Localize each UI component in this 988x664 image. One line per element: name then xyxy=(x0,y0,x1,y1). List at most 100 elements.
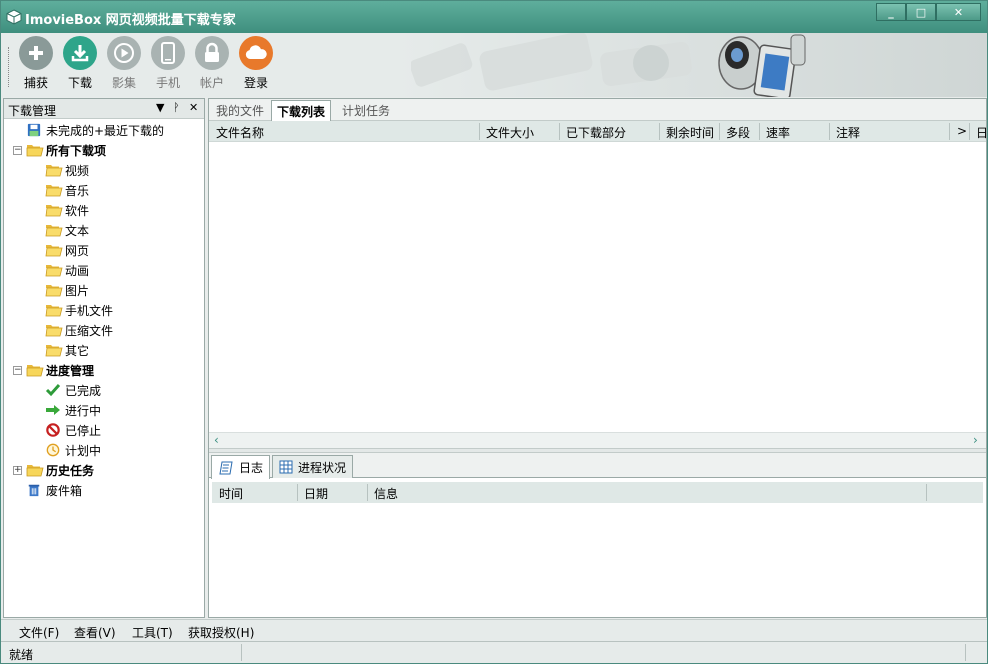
column-speed[interactable]: 速率 xyxy=(766,124,790,141)
column-more[interactable]: > xyxy=(957,124,967,138)
tree-item[interactable]: 软件 xyxy=(45,200,89,220)
tree-item[interactable]: 图片 xyxy=(45,280,89,300)
column-downloaded[interactable]: 已下载部分 xyxy=(566,124,626,141)
tab-download-list[interactable]: 下载列表 xyxy=(271,100,332,121)
tree-item[interactable]: 手机文件 xyxy=(45,300,113,320)
column-date[interactable]: 日 xyxy=(976,124,988,141)
tree-item-label: 视频 xyxy=(65,163,90,178)
panel-dropdown-button[interactable]: ▼ xyxy=(156,101,164,114)
tree-item[interactable]: 音乐 xyxy=(45,180,89,200)
window-title: ImovieBox 网页视频批量下载专家 xyxy=(25,13,236,28)
album-button[interactable]: 影集 xyxy=(104,36,144,96)
capture-button[interactable]: 捕获 xyxy=(16,36,56,96)
toolbar-grip[interactable] xyxy=(8,47,11,87)
menu-view[interactable]: 查看(V) xyxy=(74,624,116,641)
panel-header: 下载管理 ▼ ᚹ ✕ xyxy=(4,99,204,119)
tree-expander[interactable]: + xyxy=(13,466,22,475)
tab-process-status-label: 进程状况 xyxy=(298,460,347,475)
tab-my-files[interactable]: 我的文件 xyxy=(216,102,264,119)
tree-item-label: 计划中 xyxy=(65,443,102,458)
login-button[interactable]: 登录 xyxy=(236,36,276,96)
cloud-icon xyxy=(239,36,273,70)
folder-icon xyxy=(45,283,63,297)
tree-item-label: 已完成 xyxy=(65,383,102,398)
column-file-size[interactable]: 文件大小 xyxy=(486,124,534,141)
close-window-button[interactable]: ✕ xyxy=(936,3,981,21)
tree-item[interactable]: 视频 xyxy=(45,160,89,180)
tree-item-label: 软件 xyxy=(65,203,90,218)
tab-log[interactable]: 日志 xyxy=(211,455,271,479)
tree-item[interactable]: 动画 xyxy=(45,260,89,280)
column-time[interactable]: 时间 xyxy=(219,485,243,502)
tree-item[interactable]: 进度管理 xyxy=(26,360,94,380)
tree-item-label: 文本 xyxy=(65,223,90,238)
tree-item[interactable]: 计划中 xyxy=(45,440,101,460)
tree-item[interactable]: 历史任务 xyxy=(26,460,94,480)
tree-item-label: 动画 xyxy=(65,263,90,278)
tree-item-label: 手机文件 xyxy=(65,303,114,318)
tree-item-label: 废件箱 xyxy=(46,483,83,498)
tree-item-label: 历史任务 xyxy=(46,463,95,478)
menu-file[interactable]: 文件(F) xyxy=(19,624,59,641)
tree-expander[interactable]: − xyxy=(13,146,22,155)
play-icon xyxy=(107,36,141,70)
scroll-left-icon[interactable]: ‹ xyxy=(214,433,219,447)
minimize-button[interactable]: _ xyxy=(876,3,906,21)
save-icon xyxy=(26,123,42,137)
tree-item[interactable]: 文本 xyxy=(45,220,89,240)
menu-tools[interactable]: 工具(T) xyxy=(132,624,173,641)
download-list-header: 文件名称 文件大小 已下载部分 剩余时间 多段 速率 注释 > 日 xyxy=(209,121,988,142)
main-content: 我的文件 下载列表 计划任务 文件名称 文件大小 已下载部分 剩余时间 多段 速… xyxy=(208,98,988,618)
menu-license[interactable]: 获取授权(H) xyxy=(188,624,254,641)
folder-icon xyxy=(45,343,63,357)
tree-item-label: 进度管理 xyxy=(46,363,95,378)
maximize-button[interactable]: □ xyxy=(906,3,936,21)
tree-item[interactable]: 其它 xyxy=(45,340,89,360)
tree-item[interactable]: 压缩文件 xyxy=(45,320,113,340)
panel-pin-button[interactable]: ᚹ xyxy=(173,101,180,114)
tree-item[interactable]: 进行中 xyxy=(45,400,101,420)
folder-icon xyxy=(45,263,63,277)
main-tabs: 我的文件 下载列表 计划任务 xyxy=(209,99,986,121)
account-label: 帐户 xyxy=(199,76,224,90)
account-button[interactable]: 帐户 xyxy=(192,36,232,96)
tree-item[interactable]: 已完成 xyxy=(45,380,101,400)
column-file-name[interactable]: 文件名称 xyxy=(216,124,264,141)
download-manager-panel: 下载管理 ▼ ᚹ ✕ 未完成的+最近下载的 − 所有下载项 视频 音乐 软件 文本 网页 动画图… xyxy=(3,98,205,618)
tree-item[interactable]: 未完成的+最近下载的 xyxy=(26,120,164,140)
menu-bar: 文件(F) 查看(V) 工具(T) 获取授权(H) xyxy=(1,619,987,641)
check-icon xyxy=(45,383,61,397)
panel-title: 下载管理 xyxy=(8,104,57,118)
tree-item[interactable]: 所有下载项 xyxy=(26,140,106,160)
trash-icon xyxy=(26,483,42,497)
column-info[interactable]: 信息 xyxy=(374,485,398,502)
tree-item-label: 图片 xyxy=(65,283,90,298)
column-segments[interactable]: 多段 xyxy=(726,124,750,141)
scroll-right-icon[interactable]: › xyxy=(973,433,978,447)
plus-icon xyxy=(19,36,53,70)
column-log-date[interactable]: 日期 xyxy=(304,485,328,502)
grid-icon xyxy=(279,460,293,474)
tree-item-label: 已停止 xyxy=(65,423,102,438)
tab-scheduled-tasks[interactable]: 计划任务 xyxy=(342,102,390,119)
column-notes[interactable]: 注释 xyxy=(836,124,860,141)
folder-icon xyxy=(45,183,63,197)
tree-expander[interactable]: − xyxy=(13,366,22,375)
horizontal-scrollbar[interactable]: ‹ › xyxy=(209,432,986,448)
app-window: ImovieBox 网页视频批量下载专家 _ □ ✕ 捕获 下载 影集 手机 帐… xyxy=(0,0,988,664)
tree-item[interactable]: 废件箱 xyxy=(26,480,82,500)
title-bar[interactable]: ImovieBox 网页视频批量下载专家 _ □ ✕ xyxy=(1,1,987,33)
tree-item[interactable]: 网页 xyxy=(45,240,89,260)
tree-item[interactable]: 已停止 xyxy=(45,420,101,440)
lock-icon xyxy=(195,36,229,70)
panel-close-button[interactable]: ✕ xyxy=(189,101,198,114)
phone-button[interactable]: 手机 xyxy=(148,36,188,96)
tree-item-label: 其它 xyxy=(65,343,90,358)
folder-open-icon xyxy=(26,463,44,477)
folder-icon xyxy=(45,223,63,237)
album-label: 影集 xyxy=(111,76,136,90)
tab-process-status[interactable]: 进程状况 xyxy=(272,455,354,478)
column-time-left[interactable]: 剩余时间 xyxy=(666,124,714,141)
download-button[interactable]: 下载 xyxy=(60,36,100,96)
folder-icon xyxy=(45,203,63,217)
